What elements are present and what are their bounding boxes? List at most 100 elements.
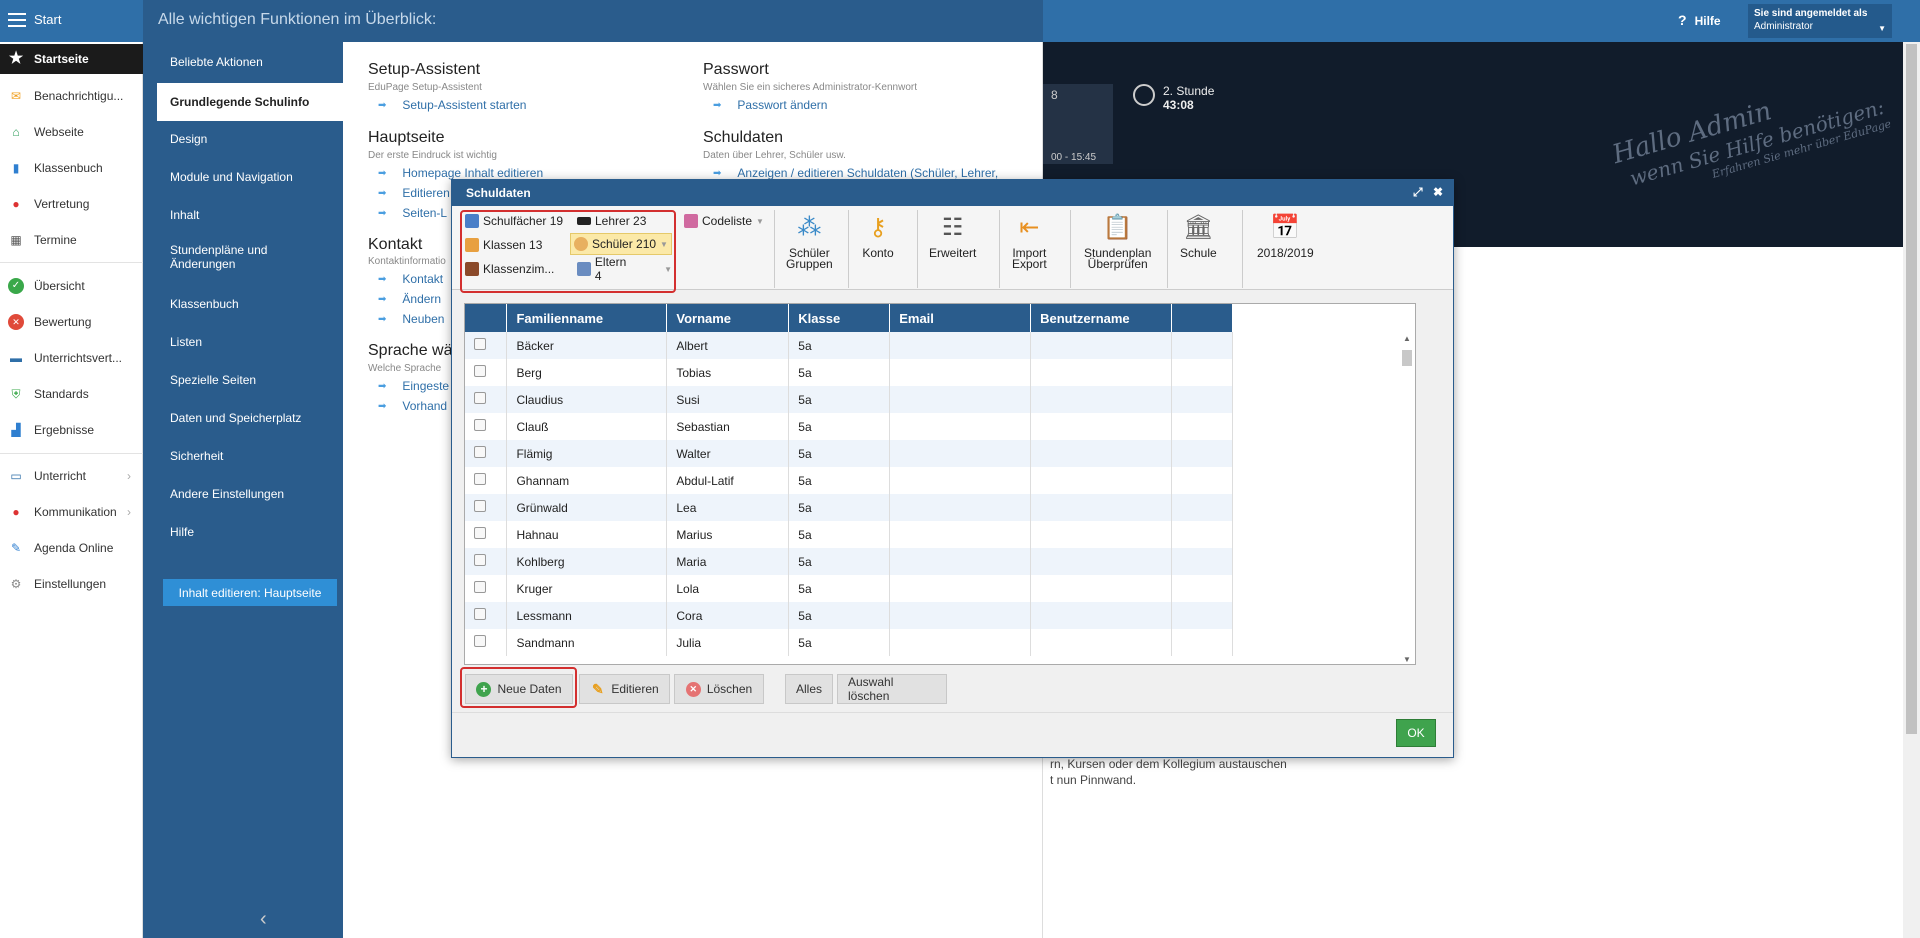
menu-item-hilfe[interactable]: Hilfe: [143, 513, 343, 551]
row-checkbox[interactable]: [474, 608, 486, 620]
table-row[interactable]: Kohlberg Maria 5a: [465, 548, 1233, 575]
menu-item-beliebte-aktionen[interactable]: Beliebte Aktionen: [143, 43, 343, 81]
sidebar-item-webseite[interactable]: ⌂ Webseite: [0, 117, 143, 147]
new-link[interactable]: ➡ Neuben: [368, 312, 444, 326]
column-header[interactable]: Vorname: [666, 304, 790, 332]
account-dropdown[interactable]: Sie sind angemeldet als Administrator ▼: [1748, 4, 1892, 38]
delete-button[interactable]: ✕ Löschen: [674, 674, 764, 704]
password-change-link[interactable]: ➡ Passwort ändern: [703, 98, 827, 112]
column-header[interactable]: Email: [889, 304, 1032, 332]
menu-item-module-navigation[interactable]: Module und Navigation: [143, 158, 343, 196]
sidebar-item-ergebnisse[interactable]: ▟ Ergebnisse: [0, 415, 143, 445]
edit-link[interactable]: ➡ Editieren: [368, 186, 450, 200]
language-available-link[interactable]: ➡ Vorhand: [368, 399, 447, 413]
student-groups-button[interactable]: ⁂ Schüler Gruppen: [786, 212, 833, 270]
sidebar-item-benachrichtigungen[interactable]: ✉ Benachrichtigu...: [0, 81, 143, 111]
menu-item-klassenbuch[interactable]: Klassenbuch: [143, 285, 343, 323]
cell-firstname: Walter: [666, 440, 790, 467]
maximize-icon[interactable]: ⤢: [1413, 185, 1423, 200]
menu-item-sicherheit[interactable]: Sicherheit: [143, 437, 343, 475]
sidebar-item-startseite[interactable]: ★ Startseite: [0, 44, 143, 74]
menu-item-listen[interactable]: Listen: [143, 323, 343, 361]
menu-item-stundenplaene[interactable]: Stundenpläne und Änderungen: [143, 234, 293, 280]
column-header[interactable]: Klasse: [788, 304, 891, 332]
account-button[interactable]: ⚷ Konto: [862, 212, 894, 259]
language-set-link[interactable]: ➡ Eingeste: [368, 379, 449, 393]
contact-link[interactable]: ➡ Kontakt: [368, 272, 443, 286]
sidebar-item-einstellungen[interactable]: ⚙ Einstellungen: [0, 569, 143, 599]
sidebar-item-kommunikation[interactable]: ● Kommunikation ›: [0, 497, 143, 527]
table-row[interactable]: Bäcker Albert 5a: [465, 332, 1233, 359]
change-link[interactable]: ➡ Ändern: [368, 292, 441, 306]
start-label[interactable]: Start: [34, 12, 61, 27]
sidebar-item-termine[interactable]: ▦ Termine: [0, 225, 143, 255]
sidebar-item-uebersicht[interactable]: ✓ Übersicht: [0, 271, 143, 301]
advanced-button[interactable]: ☷ Erweitert: [929, 212, 976, 259]
table-row[interactable]: Hahnau Marius 5a: [465, 521, 1233, 548]
row-checkbox[interactable]: [474, 635, 486, 647]
scrollbar-thumb[interactable]: [1906, 44, 1917, 734]
row-checkbox[interactable]: [474, 473, 486, 485]
row-checkbox[interactable]: [474, 392, 486, 404]
table-row[interactable]: Claudius Susi 5a: [465, 386, 1233, 413]
sidebar-item-agenda-online[interactable]: ✎ Agenda Online: [0, 533, 143, 563]
timetable-check-button[interactable]: 📋 Stundenplan Überprüfen: [1084, 212, 1151, 270]
row-checkbox[interactable]: [474, 581, 486, 593]
row-checkbox[interactable]: [474, 554, 486, 566]
pages-link[interactable]: ➡ Seiten-L: [368, 206, 447, 220]
menu-item-spezielle-seiten[interactable]: Spezielle Seiten: [143, 361, 343, 399]
chevron-left-icon[interactable]: ‹: [260, 908, 267, 931]
ok-button[interactable]: OK: [1396, 719, 1436, 747]
scroll-down-icon[interactable]: ▼: [1403, 655, 1411, 664]
menu-item-grundlegende-schulinfo[interactable]: Grundlegende Schulinfo: [157, 83, 343, 121]
column-header[interactable]: Familienname: [506, 304, 668, 332]
table-row[interactable]: Clauß Sebastian 5a: [465, 413, 1233, 440]
menu-item-daten-speicherplatz[interactable]: Daten und Speicherplatz: [143, 399, 343, 437]
close-icon[interactable]: ✖: [1433, 185, 1443, 199]
table-row[interactable]: Grünwald Lea 5a: [465, 494, 1233, 521]
school-button[interactable]: 🏛 Schule: [1180, 212, 1217, 259]
table-row[interactable]: Flämig Walter 5a: [465, 440, 1233, 467]
help-button[interactable]: ? Hilfe: [1678, 12, 1721, 28]
column-header[interactable]: Benutzername: [1030, 304, 1173, 332]
table-row[interactable]: Ghannam Abdul-Latif 5a: [465, 467, 1233, 494]
sidebar-item-klassenbuch[interactable]: ▮ Klassenbuch: [0, 153, 143, 183]
row-checkbox[interactable]: [474, 446, 486, 458]
codelist-button[interactable]: Codeliste ▼: [681, 210, 764, 232]
school-year-button[interactable]: 📅 2018/2019: [1257, 212, 1314, 259]
row-checkbox[interactable]: [474, 500, 486, 512]
table-scrollbar[interactable]: ▲ ▼: [1400, 334, 1414, 664]
homepage-edit-link[interactable]: ➡ Homepage Inhalt editieren: [368, 166, 543, 180]
table-row[interactable]: Berg Tobias 5a: [465, 359, 1233, 386]
cell-firstname: Maria: [666, 548, 790, 575]
row-checkbox[interactable]: [474, 419, 486, 431]
table-row[interactable]: Lessmann Cora 5a: [465, 602, 1233, 629]
sidebar-item-unterricht[interactable]: ▭ Unterricht ›: [0, 461, 143, 491]
schuldaten-dialog: Schuldaten ⤢ ✖ Schulfächer 19 Lehrer 23 …: [451, 179, 1454, 758]
select-all-button[interactable]: Alles: [785, 674, 833, 704]
scroll-up-icon[interactable]: ▲: [1403, 334, 1411, 343]
menu-item-design[interactable]: Design: [143, 120, 343, 158]
import-export-button[interactable]: ⇤ Import Export: [1012, 212, 1047, 270]
sidebar-item-vertretung[interactable]: ● Vertretung: [0, 189, 143, 219]
sidebar-item-bewertung[interactable]: ✕ Bewertung: [0, 307, 143, 337]
hamburger-menu-icon[interactable]: [8, 13, 26, 27]
row-checkbox[interactable]: [474, 527, 486, 539]
sidebar-item-unterrichtsverteilung[interactable]: ▬ Unterrichtsvert...: [0, 343, 143, 373]
menu-item-andere-einstellungen[interactable]: Andere Einstellungen: [143, 475, 343, 513]
menu-item-inhalt[interactable]: Inhalt: [143, 196, 343, 234]
row-checkbox[interactable]: [474, 365, 486, 377]
schooldata-edit-link[interactable]: ➡ Anzeigen / editieren Schuldaten (Schüle…: [703, 166, 998, 180]
setup-start-link[interactable]: ➡ Setup-Assistent starten: [368, 98, 526, 112]
clear-selection-button[interactable]: Auswahl löschen: [837, 674, 947, 704]
edit-main-page-button[interactable]: Inhalt editieren: Hauptseite: [163, 579, 337, 606]
scrollbar-thumb[interactable]: [1402, 350, 1412, 366]
page-scrollbar[interactable]: [1903, 42, 1920, 938]
sidebar-item-standards[interactable]: ⛨ Standards: [0, 379, 143, 409]
row-checkbox[interactable]: [474, 338, 486, 350]
table-row[interactable]: Kruger Lola 5a: [465, 575, 1233, 602]
table-row[interactable]: Sandmann Julia 5a: [465, 629, 1233, 656]
cell-lastname: Ghannam: [506, 467, 668, 494]
link-label: Eingeste: [402, 379, 450, 393]
edit-button[interactable]: ✎ Editieren: [579, 674, 670, 704]
